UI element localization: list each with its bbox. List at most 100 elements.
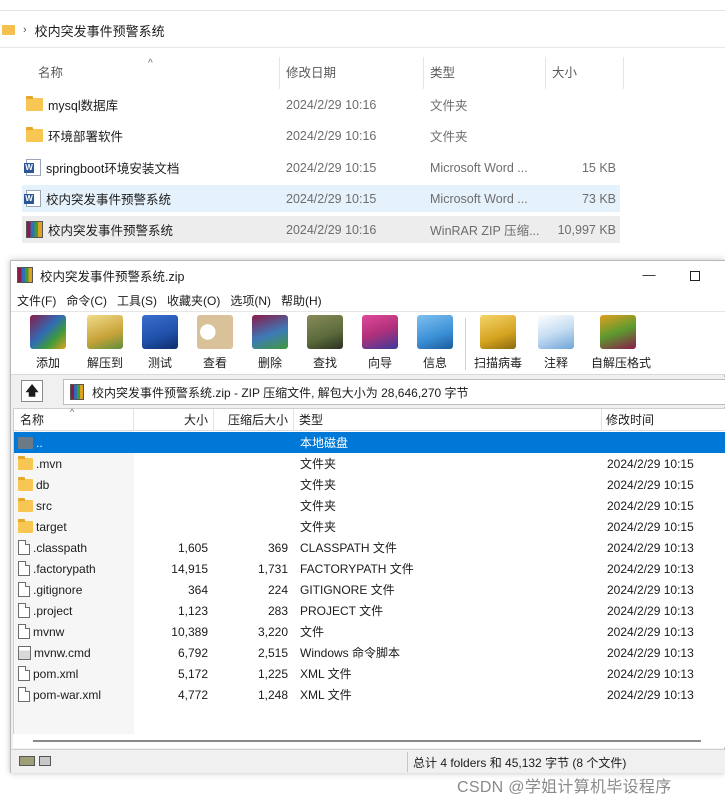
extract-to-button-label: 解压到 xyxy=(86,356,123,370)
maximize-button[interactable] xyxy=(672,261,718,289)
archive-path-field[interactable]: 校内突发事件预警系统.zip - ZIP 压缩文件, 解包大小为 28,646,… xyxy=(63,379,725,405)
entry-packed: 2,515 xyxy=(257,645,288,660)
breadcrumb-current-folder[interactable]: 校内突发事件预警系统 xyxy=(35,21,165,40)
delete-button-label: 删除 xyxy=(257,356,282,370)
explorer-file-row[interactable]: mysql数据库 2024/2/29 10:16 文件夹 xyxy=(22,91,620,118)
add-button[interactable]: 添加 xyxy=(21,315,75,373)
winrar-title-bar[interactable]: 校内突发事件预警系统.zip — xyxy=(11,261,725,289)
folder-icon xyxy=(2,25,15,35)
entry-name: .mvn xyxy=(36,456,63,471)
extract-to-button[interactable]: 解压到 xyxy=(78,315,132,373)
file-size: 15 KB xyxy=(581,160,616,175)
entry-packed: 369 xyxy=(267,540,288,555)
archive-row[interactable]: mvnw.cmd 6,792 2,515 Windows 命令脚本 2024/2… xyxy=(14,642,725,663)
column-header-size[interactable]: 大小 xyxy=(134,409,214,431)
explorer-file-row-hovered[interactable]: 校内突发事件预警系统 2024/2/29 10:16 WinRAR ZIP 压缩… xyxy=(22,216,620,243)
archive-row[interactable]: pom.xml 5,172 1,225 XML 文件 2024/2/29 10:… xyxy=(14,663,725,684)
view-button[interactable]: 查看 xyxy=(188,315,242,373)
info-button[interactable]: 信息 xyxy=(408,315,462,373)
entry-type: CLASSPATH 文件 xyxy=(300,541,397,555)
entry-name: .project xyxy=(33,603,73,618)
word-doc-icon xyxy=(24,159,41,176)
archive-row[interactable]: .mvn 文件夹 2024/2/29 10:15 xyxy=(14,453,725,474)
archive-row[interactable]: .factorypath 14,915 1,731 FACTORYPATH 文件… xyxy=(14,558,725,579)
entry-type: Windows 命令脚本 xyxy=(300,646,401,660)
entry-size: 10,389 xyxy=(171,624,208,639)
toolbar-separator xyxy=(465,318,466,370)
file-icon xyxy=(18,603,30,618)
column-header-date[interactable]: 修改日期 xyxy=(280,57,424,89)
key-icon[interactable] xyxy=(39,756,51,766)
menu-file[interactable]: 文件(F) xyxy=(17,292,56,309)
file-icon xyxy=(18,540,30,555)
entry-name: target xyxy=(36,519,67,534)
menu-favorites[interactable]: 收藏夹(O) xyxy=(167,292,220,309)
find-button[interactable]: 查找 xyxy=(298,315,352,373)
entry-name: .classpath xyxy=(33,540,88,555)
column-header-modified[interactable]: 修改时间 xyxy=(602,409,725,431)
menu-bar: 文件(F) 命令(C) 工具(S) 收藏夹(O) 选项(N) 帮助(H) xyxy=(11,289,725,311)
folder-icon xyxy=(18,518,33,533)
column-header-type[interactable]: 类型 xyxy=(424,57,546,89)
test-button-label: 测试 xyxy=(147,356,172,370)
find-button-label: 查找 xyxy=(312,356,337,370)
archive-row[interactable]: .classpath 1,605 369 CLASSPATH 文件 2024/2… xyxy=(14,537,725,558)
explorer-breadcrumb-bar[interactable]: › 校内突发事件预警系统 xyxy=(0,13,725,47)
archive-row[interactable]: pom-war.xml 4,772 1,248 XML 文件 2024/2/29… xyxy=(14,684,725,705)
test-button[interactable]: 测试 xyxy=(133,315,187,373)
comment-button[interactable]: 注释 xyxy=(529,315,583,373)
entry-type: 文件夹 xyxy=(300,457,337,471)
winrar-archive-icon xyxy=(70,384,84,400)
entry-modified: 2024/2/29 10:15 xyxy=(607,456,694,471)
file-explorer-window: › 校内突发事件预警系统 ^ 名称 修改日期 类型 大小 mysql数据库 20… xyxy=(0,0,725,260)
archive-row[interactable]: db 文件夹 2024/2/29 10:15 xyxy=(14,474,725,495)
delete-button[interactable]: 删除 xyxy=(243,315,297,373)
wizard-button[interactable]: 向导 xyxy=(353,315,407,373)
column-header-size[interactable]: 大小 xyxy=(546,57,624,89)
menu-tools[interactable]: 工具(S) xyxy=(117,292,157,309)
column-header-name[interactable]: ^ 名称 xyxy=(22,57,280,89)
menu-commands[interactable]: 命令(C) xyxy=(66,292,107,309)
archive-row[interactable]: .gitignore 364 224 GITIGNORE 文件 2024/2/2… xyxy=(14,579,725,600)
column-header-packed[interactable]: 压缩后大小 xyxy=(214,409,294,431)
entry-type: 文件夹 xyxy=(300,520,337,534)
entry-modified: 2024/2/29 10:15 xyxy=(607,519,694,534)
menu-help[interactable]: 帮助(H) xyxy=(281,292,322,309)
wizard-button-label: 向导 xyxy=(367,356,392,370)
cmd-script-icon xyxy=(18,645,31,660)
winrar-archive-icon xyxy=(26,221,43,238)
entry-size: 6,792 xyxy=(177,645,208,660)
virus-scan-icon xyxy=(480,315,516,349)
column-header-type[interactable]: 类型 xyxy=(294,409,602,431)
chevron-right-icon[interactable]: › xyxy=(23,24,27,36)
drive-status-icon[interactable] xyxy=(19,756,35,766)
virus-scan-button[interactable]: 扫描病毒 xyxy=(471,315,525,373)
find-icon xyxy=(307,315,343,349)
explorer-file-row[interactable]: springboot环境安装文档 2024/2/29 10:15 Microso… xyxy=(22,154,620,181)
sort-ascending-icon: ^ xyxy=(70,407,75,417)
archive-row-parent-selected[interactable]: .. 本地磁盘 xyxy=(14,432,725,453)
explorer-file-row-selected[interactable]: 校内突发事件预警系统 2024/2/29 10:15 Microsoft Wor… xyxy=(22,185,620,212)
explorer-file-row[interactable]: 环境部署软件 2024/2/29 10:16 文件夹 xyxy=(22,122,620,149)
info-button-label: 信息 xyxy=(422,356,447,370)
wizard-icon xyxy=(362,315,398,349)
horizontal-scrollbar[interactable] xyxy=(13,734,724,748)
archive-row[interactable]: mvnw 10,389 3,220 文件 2024/2/29 10:13 xyxy=(14,621,725,642)
entry-packed: 3,220 xyxy=(257,624,288,639)
entry-name: pom.xml xyxy=(33,666,79,681)
menu-options[interactable]: 选项(N) xyxy=(230,292,271,309)
file-type: Microsoft Word ... xyxy=(430,160,528,175)
archive-row[interactable]: target 文件夹 2024/2/29 10:15 xyxy=(14,516,725,537)
archive-row[interactable]: .project 1,123 283 PROJECT 文件 2024/2/29 … xyxy=(14,600,725,621)
entry-modified: 2024/2/29 10:13 xyxy=(607,561,694,576)
archive-file-list[interactable]: ^ 名称 大小 压缩后大小 类型 修改时间 .. 本地磁盘 .mvn 文件夹 2… xyxy=(13,407,725,748)
up-one-level-button[interactable]: 🡅 xyxy=(21,380,43,402)
minimize-button[interactable]: — xyxy=(626,261,672,289)
entry-modified: 2024/2/29 10:15 xyxy=(607,498,694,513)
window-title: 校内突发事件预警系统.zip xyxy=(40,269,185,284)
sfx-button[interactable]: 自解压格式 xyxy=(591,315,651,373)
column-header-name[interactable]: ^ 名称 xyxy=(14,407,134,431)
scrollbar-thumb[interactable] xyxy=(33,740,701,742)
archive-row[interactable]: src 文件夹 2024/2/29 10:15 xyxy=(14,495,725,516)
file-type: WinRAR ZIP 压缩... xyxy=(430,224,540,238)
